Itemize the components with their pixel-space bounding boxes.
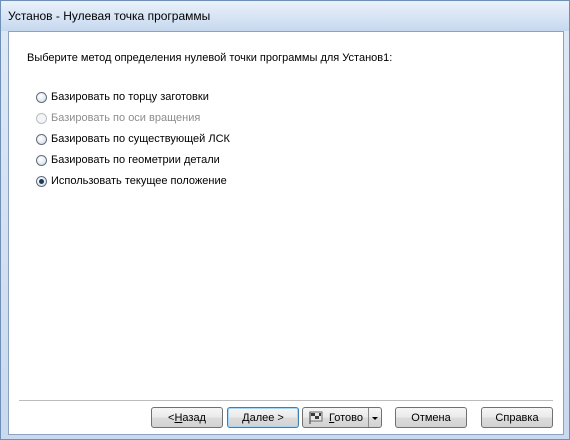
help-label: Справка	[495, 411, 539, 424]
radio-button	[36, 112, 47, 124]
radio-option-face[interactable]: Базировать по торцу заготовки	[36, 89, 209, 105]
radio-label[interactable]: Базировать по геометрии детали	[51, 154, 220, 166]
finish-flag-icon	[309, 411, 323, 424]
back-label: азад	[182, 411, 206, 424]
cancel-label: Отмена	[411, 411, 451, 424]
radio-button[interactable]	[36, 175, 47, 187]
radio-label: Базировать по оси вращения	[51, 112, 201, 124]
finish-button[interactable]: Готово	[309, 411, 363, 425]
next-hotkey: Д	[242, 411, 250, 424]
cancel-button[interactable]: Отмена	[395, 407, 467, 428]
finish-split-button[interactable]: Готово	[302, 407, 382, 428]
radio-label[interactable]: Базировать по торцу заготовки	[51, 91, 209, 103]
next-label: алее >	[249, 411, 284, 424]
radio-option-existing-lcs[interactable]: Базировать по существующей ЛСК	[36, 131, 230, 147]
radio-button[interactable]	[36, 91, 47, 103]
dialog-window: Установ - Нулевая точка программы Выбери…	[0, 0, 570, 440]
button-separator	[19, 400, 553, 402]
back-button[interactable]: < Назад	[151, 407, 223, 428]
radio-label[interactable]: Базировать по существующей ЛСК	[51, 133, 230, 145]
radio-option-current-position[interactable]: Использовать текущее положение	[36, 173, 227, 189]
radio-button[interactable]	[36, 154, 47, 166]
next-button[interactable]: Далее >	[227, 407, 299, 428]
radio-button[interactable]	[36, 133, 47, 145]
radio-selected-dot	[39, 178, 44, 184]
title-bar[interactable]: Установ - Нулевая точка программы	[1, 1, 569, 31]
prompt-text: Выберите метод определения нулевой точки…	[27, 52, 393, 64]
help-button[interactable]: Справка	[481, 407, 553, 428]
finish-label: отово	[334, 411, 363, 424]
chevron-down-icon[interactable]	[368, 408, 381, 427]
radio-label[interactable]: Использовать текущее положение	[51, 175, 227, 187]
radio-option-part-geometry[interactable]: Базировать по геометрии детали	[36, 152, 220, 168]
dialog-body: Выберите метод определения нулевой точки…	[8, 31, 564, 435]
back-hotkey: Н	[174, 411, 183, 424]
radio-option-axis: Базировать по оси вращения	[36, 110, 200, 126]
window-title: Установ - Нулевая точка программы	[8, 9, 211, 23]
